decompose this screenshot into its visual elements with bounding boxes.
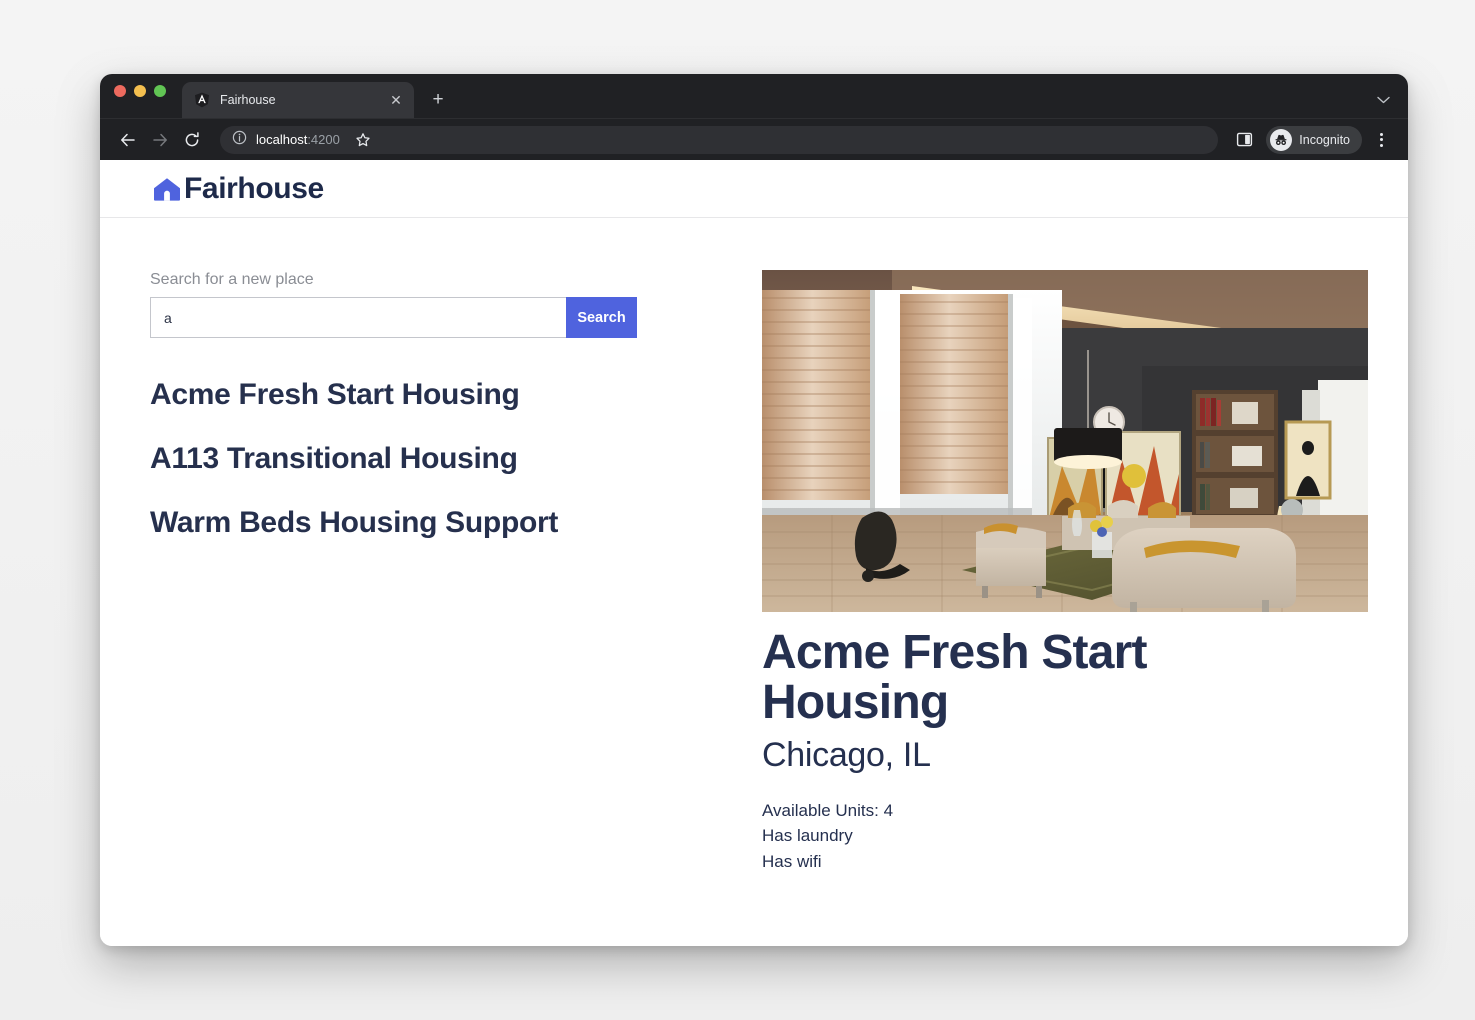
minimize-window-button[interactable]	[134, 85, 146, 97]
close-tab-icon[interactable]: ✕	[388, 92, 404, 108]
search-input[interactable]	[150, 297, 566, 339]
housing-results-list: Acme Fresh Start Housing A113 Transition…	[150, 378, 760, 539]
maximize-window-button[interactable]	[154, 85, 166, 97]
detail-fact-wifi: Has wifi	[762, 851, 822, 871]
reload-button[interactable]	[178, 126, 206, 154]
search-row: Search	[150, 297, 637, 339]
list-item[interactable]: A113 Transitional Housing	[150, 442, 760, 475]
list-item[interactable]: Acme Fresh Start Housing	[150, 378, 760, 411]
search-results-column: Search for a new place Search Acme Fresh…	[150, 270, 760, 874]
address-bar-url: localhost:4200	[256, 132, 340, 147]
house-logo-icon	[150, 172, 184, 206]
page-viewport: Fairhouse Search for a new place Search …	[100, 160, 1408, 946]
brand-name: Fairhouse	[184, 171, 324, 205]
url-port: :4200	[307, 132, 340, 147]
bookmark-star-icon[interactable]	[349, 126, 377, 154]
profile-label: Incognito	[1299, 132, 1350, 147]
profile-incognito-button[interactable]: Incognito	[1266, 125, 1362, 154]
search-button[interactable]: Search	[566, 297, 637, 339]
split-panel-icon[interactable]	[1230, 126, 1258, 154]
new-tab-button[interactable]: +	[424, 86, 452, 114]
angular-logo-icon	[194, 92, 210, 108]
search-label: Search for a new place	[150, 271, 314, 288]
housing-detail-panel: Acme Fresh Start Housing Chicago, IL Ava…	[760, 270, 1368, 874]
chevron-down-icon[interactable]	[1377, 92, 1390, 108]
app-header: Fairhouse	[100, 160, 1408, 218]
browser-window: Fairhouse ✕ + localhost:4200 Incognito F…	[100, 74, 1408, 946]
back-button[interactable]	[114, 126, 142, 154]
detail-fact-laundry: Has laundry	[762, 826, 853, 846]
incognito-avatar-icon	[1270, 128, 1293, 151]
forward-button[interactable]	[146, 126, 174, 154]
detail-fact-units: Available Units: 4	[762, 800, 894, 820]
living-room-photo	[762, 270, 1368, 612]
url-host: localhost	[256, 132, 308, 147]
page-content: Search for a new place Search Acme Fresh…	[100, 218, 1408, 874]
browser-tab-strip: Fairhouse ✕ +	[100, 74, 1408, 118]
browser-toolbar: localhost:4200 Incognito	[100, 118, 1408, 160]
browser-tab-title: Fairhouse	[220, 93, 276, 107]
detail-facts-list: Available Units: 4 Has laundry Has wifi	[762, 798, 1368, 875]
address-bar[interactable]: localhost:4200	[220, 125, 1219, 154]
close-window-button[interactable]	[114, 85, 126, 97]
info-circle-icon[interactable]	[232, 130, 247, 150]
kebab-menu-icon[interactable]	[1368, 126, 1394, 154]
browser-tab[interactable]: Fairhouse ✕	[182, 82, 414, 118]
desktop-background: Fairhouse ✕ + localhost:4200 Incognito F…	[0, 0, 1475, 1020]
detail-location: Chicago, IL	[762, 735, 931, 774]
page-title: Acme Fresh Start Housing	[762, 626, 1147, 730]
window-controls	[114, 74, 182, 118]
list-item[interactable]: Warm Beds Housing Support	[150, 506, 760, 539]
brand-home-link[interactable]: Fairhouse	[150, 172, 324, 206]
